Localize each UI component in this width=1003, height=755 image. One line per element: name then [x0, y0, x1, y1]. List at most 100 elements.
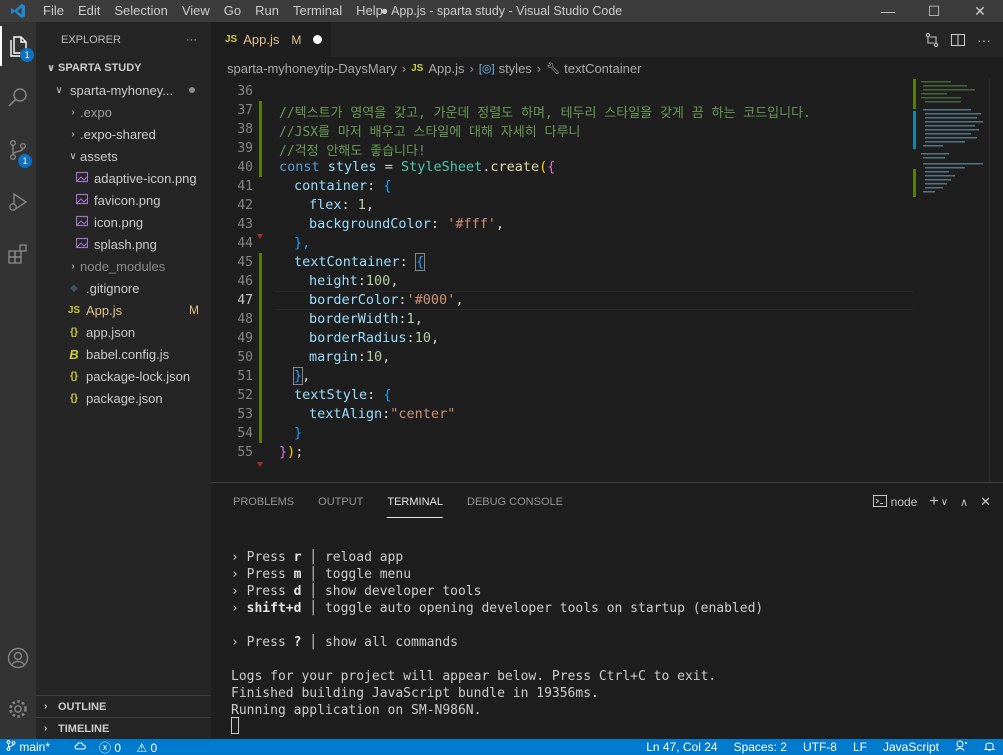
- new-terminal-button[interactable]: +: [929, 493, 938, 511]
- tree-item-splash[interactable]: splash.png: [36, 233, 211, 255]
- minimap-git-mark: [913, 111, 916, 149]
- menu-help[interactable]: Help: [349, 0, 390, 22]
- tab-output[interactable]: OUTPUT: [318, 483, 363, 521]
- tab-debug-console[interactable]: DEBUG CONSOLE: [467, 483, 563, 521]
- maximize-button[interactable]: ☐: [911, 0, 957, 22]
- split-editor-button[interactable]: [945, 32, 971, 48]
- chevron-right-icon: ›: [469, 60, 474, 76]
- breadcrumb-symbol-textcontainer[interactable]: textContainer: [564, 61, 641, 76]
- encoding[interactable]: UTF-8: [803, 740, 837, 754]
- tab-problems[interactable]: PROBLEMS: [233, 483, 294, 521]
- problems-status[interactable]: ⓧ 0 ⚠ 0: [99, 739, 169, 755]
- tree-item-favicon[interactable]: favicon.png: [36, 189, 211, 211]
- bottom-panel: PROBLEMS OUTPUT TERMINAL DEBUG CONSOLE n…: [211, 482, 1003, 739]
- outline-section[interactable]: › OUTLINE: [36, 695, 211, 717]
- open-changes-button[interactable]: [919, 32, 945, 48]
- line-number: 49: [237, 331, 253, 346]
- terminal-key: ?: [293, 635, 302, 650]
- code-token: 10: [365, 349, 383, 365]
- accounts-activity-button[interactable]: [0, 638, 36, 678]
- terminal-dropdown-button[interactable]: ∨: [941, 497, 948, 508]
- run-debug-activity-button[interactable]: [0, 182, 36, 222]
- tab-app-js[interactable]: JS App.js M: [211, 22, 331, 57]
- tree-item-icon-png[interactable]: icon.png: [36, 211, 211, 233]
- tree-item-package-lock[interactable]: {} package-lock.json: [36, 365, 211, 387]
- menu-edit[interactable]: Edit: [71, 0, 107, 22]
- sync-icon: [74, 742, 86, 750]
- tree-item-expo-shared[interactable]: › .expo-shared: [36, 123, 211, 145]
- editor-scrollbar[interactable]: [989, 79, 1003, 482]
- tree-item-adaptive-icon[interactable]: adaptive-icon.png: [36, 167, 211, 189]
- more-actions-button[interactable]: ···: [971, 32, 997, 48]
- tree-item-assets[interactable]: ∨ assets: [36, 145, 211, 167]
- tree-item-label: package-lock.json: [86, 368, 191, 384]
- minimap[interactable]: [913, 79, 989, 219]
- explorer-header: EXPLORER ···: [36, 22, 211, 57]
- tree-item-gitignore[interactable]: ◆ .gitignore: [36, 277, 211, 299]
- menu-view[interactable]: View: [175, 0, 217, 22]
- tree-item-expo[interactable]: › .expo: [36, 101, 211, 123]
- tab-terminal[interactable]: TERMINAL: [387, 483, 443, 521]
- timeline-section[interactable]: › TIMELINE: [36, 717, 211, 739]
- tab-label: App.js: [243, 32, 280, 47]
- breadcrumb-symbol-styles[interactable]: styles: [499, 61, 532, 76]
- project-folder[interactable]: ∨ sparta-myhoney...: [36, 79, 211, 101]
- terminal-cursor[interactable]: [231, 717, 239, 734]
- terminal-shell-name[interactable]: node: [891, 495, 918, 509]
- menu-file[interactable]: File: [36, 0, 71, 22]
- workspace-root[interactable]: ∨ SPARTA STUDY: [36, 57, 211, 79]
- line-number: 55: [237, 445, 253, 460]
- chevron-right-icon: ›: [536, 60, 542, 76]
- unsaved-dot-icon[interactable]: [313, 35, 323, 44]
- close-window-button[interactable]: ✕: [957, 0, 1003, 22]
- terminal-text: Press: [246, 635, 286, 650]
- tree-item-label: adaptive-icon.png: [94, 170, 197, 186]
- end-of-line[interactable]: LF: [853, 740, 867, 754]
- minimize-button[interactable]: —: [865, 0, 911, 22]
- search-activity-button[interactable]: [0, 78, 36, 118]
- line-number: 48: [237, 312, 253, 327]
- code-line-40: const styles = StyleSheet.create({: [279, 159, 555, 175]
- code-token: textAlign: [309, 406, 383, 422]
- menu-terminal[interactable]: Terminal: [286, 0, 349, 22]
- modified-flag: M: [291, 32, 302, 47]
- line-number: 52: [237, 388, 253, 403]
- cursor-position[interactable]: Ln 47, Col 24: [646, 740, 717, 754]
- extensions-activity-button[interactable]: [0, 234, 36, 274]
- branch-status[interactable]: main*: [6, 740, 62, 754]
- terminal-text: Press: [246, 584, 286, 599]
- status-bar: main* ⓧ 0 ⚠ 0 Ln 47, Col 24 Spaces: 2 UT…: [0, 739, 1003, 755]
- code-line-52: textStyle: {: [294, 387, 392, 403]
- explorer-more-button[interactable]: ···: [186, 34, 197, 46]
- maximize-panel-button[interactable]: ∧: [960, 496, 968, 509]
- notifications-button[interactable]: [983, 740, 996, 755]
- menu-selection[interactable]: Selection: [107, 0, 174, 22]
- tree-item-node-modules[interactable]: › node_modules: [36, 255, 211, 277]
- chevron-right-icon: ›: [44, 723, 48, 734]
- breadcrumb-folder[interactable]: sparta-myhoneytip-DaysMary: [227, 61, 397, 76]
- breadcrumb-file[interactable]: App.js: [428, 61, 464, 76]
- minimap-git-mark: [913, 79, 916, 109]
- source-control-activity-button[interactable]: 1: [0, 130, 36, 170]
- menu-run[interactable]: Run: [248, 0, 286, 22]
- tree-item-babel-config[interactable]: B babel.config.js: [36, 343, 211, 365]
- tree-item-app-json[interactable]: {} app.json: [36, 321, 211, 343]
- code-token: margin: [309, 349, 358, 365]
- code-line-41: container: {: [294, 178, 392, 194]
- tree-item-package-json[interactable]: {} package.json: [36, 387, 211, 409]
- activity-bar: 1 1: [0, 22, 36, 739]
- code-editor[interactable]: 36 37 38 39 40 41 42 43 44 45 46 47 48 4…: [211, 79, 1003, 482]
- code-token: :: [406, 330, 415, 346]
- panel-actions: node + ∨ ∧ ✕: [872, 483, 1003, 521]
- sync-button[interactable]: [74, 740, 87, 754]
- indentation[interactable]: Spaces: 2: [734, 740, 787, 754]
- tree-item-app-js[interactable]: JS App.js M: [36, 299, 211, 321]
- language-mode[interactable]: JavaScript: [883, 740, 939, 754]
- manage-activity-button[interactable]: [0, 689, 36, 729]
- explorer-activity-button[interactable]: 1: [0, 26, 36, 66]
- feedback-button[interactable]: [955, 740, 968, 755]
- menu-go[interactable]: Go: [217, 0, 248, 22]
- git-modified-gutter: [259, 101, 262, 177]
- close-panel-button[interactable]: ✕: [980, 494, 991, 510]
- terminal-text: show developer tools: [324, 584, 482, 599]
